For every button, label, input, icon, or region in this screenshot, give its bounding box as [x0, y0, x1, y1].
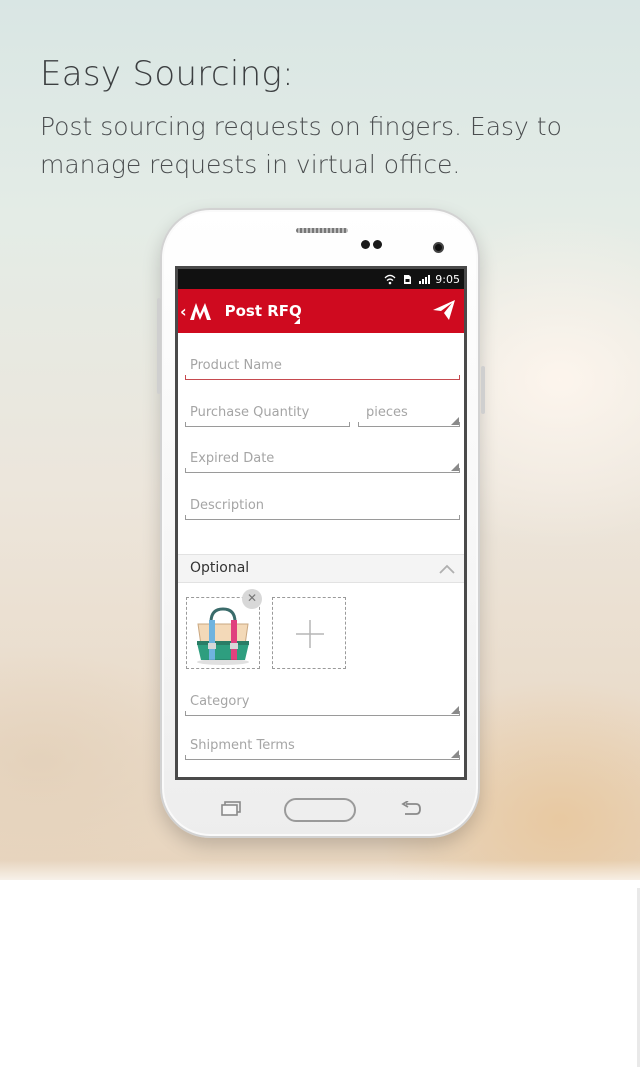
description-field[interactable]: Description — [185, 494, 460, 520]
home-button[interactable] — [284, 798, 356, 822]
product-name-field[interactable]: Product Name — [185, 354, 460, 380]
close-icon: ✕ — [246, 591, 258, 605]
dropdown-arrow-icon — [451, 706, 459, 714]
category-placeholder: Category — [190, 694, 250, 709]
sim-card-icon — [404, 274, 412, 284]
send-icon[interactable] — [432, 299, 456, 321]
phone-sensor — [373, 240, 382, 249]
back-chevron-icon[interactable]: ‹ — [180, 302, 187, 321]
plus-icon — [296, 620, 324, 648]
promo-headline: Easy Sourcing: — [40, 54, 294, 94]
shipment-terms-placeholder: Shipment Terms — [190, 738, 295, 753]
expired-date-field[interactable]: Expired Date — [185, 447, 460, 473]
app-logo-icon[interactable] — [189, 300, 215, 322]
description-placeholder: Description — [190, 498, 265, 513]
back-arrow-icon[interactable] — [400, 801, 422, 817]
optional-section-header[interactable]: Optional — [178, 554, 464, 583]
chevron-up-icon[interactable] — [438, 563, 456, 575]
recent-apps-icon[interactable] — [220, 801, 242, 817]
remove-photo-button[interactable]: ✕ — [242, 589, 262, 609]
product-name-placeholder: Product Name — [190, 358, 282, 373]
phone-speaker — [296, 228, 348, 233]
wifi-icon — [384, 274, 396, 284]
promo-subline: Post sourcing requests on fingers. Easy … — [40, 112, 562, 179]
add-photo-button[interactable] — [272, 597, 346, 669]
title-dropdown-icon — [294, 318, 300, 324]
phone-mockup: 9:05 ‹ Post RFQ Product Name Purchase Qu… — [157, 208, 485, 838]
optional-section-label: Optional — [190, 560, 250, 576]
shipment-terms-select[interactable]: Shipment Terms — [185, 734, 460, 760]
phone-side-button — [157, 298, 161, 394]
purchase-quantity-placeholder: Purchase Quantity — [190, 405, 310, 420]
phone-camera — [433, 242, 444, 253]
purchase-quantity-field[interactable]: Purchase Quantity — [185, 401, 350, 427]
app-bar: ‹ Post RFQ — [178, 289, 464, 333]
dropdown-arrow-icon — [451, 417, 459, 425]
expired-date-placeholder: Expired Date — [190, 451, 275, 466]
signal-icon — [419, 274, 431, 284]
status-time: 9:05 — [435, 272, 460, 286]
background-fade — [0, 860, 640, 890]
unit-value: pieces — [366, 405, 408, 420]
dropdown-arrow-icon — [451, 750, 459, 758]
category-select[interactable]: Category — [185, 690, 460, 716]
app-bar-title[interactable]: Post RFQ — [225, 302, 302, 320]
unit-select[interactable]: pieces — [358, 401, 460, 427]
dropdown-arrow-icon — [451, 463, 459, 471]
phone-screen: 9:05 ‹ Post RFQ Product Name Purchase Qu… — [175, 266, 467, 780]
status-bar: 9:05 — [178, 269, 464, 289]
phone-sensor — [361, 240, 370, 249]
phone-power-button — [481, 366, 485, 414]
